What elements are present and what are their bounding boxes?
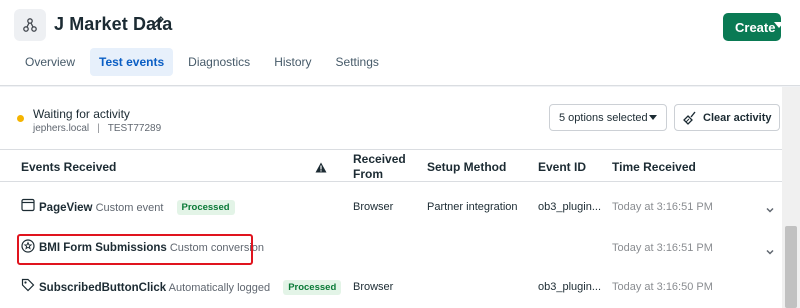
scrollbar-thumb[interactable]	[785, 226, 797, 308]
divider	[0, 181, 782, 182]
tab-overview[interactable]: Overview	[16, 48, 84, 76]
chevron-down-icon[interactable]	[766, 201, 774, 213]
page-header: J Market Data Create Overview Test event…	[0, 0, 800, 86]
column-header-setup-method[interactable]: Setup Method	[427, 160, 506, 175]
test-id: TEST77289	[107, 123, 162, 134]
clear-icon	[682, 110, 698, 126]
status-text: Waiting for activity	[33, 107, 130, 121]
event-name: PageView	[39, 202, 93, 214]
received-from-cell: Browser	[353, 201, 394, 213]
status-dot	[17, 115, 24, 122]
received-from-cell: Browser	[353, 281, 394, 293]
status-host: jephers.local | TEST77289	[33, 123, 161, 134]
browser-window-icon	[21, 198, 35, 212]
host-name: jephers.local	[33, 123, 90, 134]
status-badge: Processed	[283, 280, 342, 295]
event-name: SubscribedButtonClick	[39, 282, 167, 294]
time-received-cell: Today at 3:16:50 PM	[612, 281, 713, 293]
tab-bar: Overview Test events Diagnostics History…	[16, 48, 394, 76]
clear-activity-label: Clear activity	[703, 111, 772, 124]
status-badge: Processed	[176, 200, 235, 215]
tab-settings[interactable]: Settings	[327, 48, 388, 76]
column-header-events[interactable]: Events Received	[21, 160, 116, 175]
tag-icon	[21, 278, 35, 292]
highlight-box	[17, 234, 253, 265]
event-type: Custom event	[95, 202, 164, 214]
column-header-event-id[interactable]: Event ID	[538, 160, 586, 175]
event-id-cell: ob3_plugin...	[538, 281, 601, 293]
column-header-time-received[interactable]: Time Received	[612, 160, 696, 175]
time-received-cell: Today at 3:16:51 PM	[612, 242, 713, 254]
pencil-icon[interactable]	[150, 14, 166, 30]
caret-down-icon[interactable]	[774, 22, 784, 28]
tab-test-events[interactable]: Test events	[90, 48, 174, 76]
event-type: Automatically logged	[168, 282, 271, 294]
tab-diagnostics[interactable]: Diagnostics	[179, 48, 259, 76]
table-row-event[interactable]: PageView Custom event Processed	[39, 200, 235, 215]
filter-select-label: 5 options selected	[559, 111, 648, 124]
caret-down-icon[interactable]	[649, 115, 657, 120]
warning-icon	[315, 160, 327, 173]
divider	[0, 149, 782, 150]
table-row-event[interactable]: SubscribedButtonClick Automatically logg…	[39, 280, 342, 295]
create-button-label: Create	[735, 19, 776, 35]
column-header-received-from[interactable]: Received From	[353, 152, 413, 182]
setup-method-cell: Partner integration	[427, 201, 518, 213]
separator: |	[97, 123, 100, 134]
time-received-cell: Today at 3:16:51 PM	[612, 201, 713, 213]
event-id-cell: ob3_plugin...	[538, 201, 601, 213]
tab-history[interactable]: History	[265, 48, 320, 76]
dataset-icon	[14, 9, 46, 41]
create-button[interactable]: Create	[723, 13, 781, 41]
chevron-down-icon[interactable]	[766, 243, 774, 255]
